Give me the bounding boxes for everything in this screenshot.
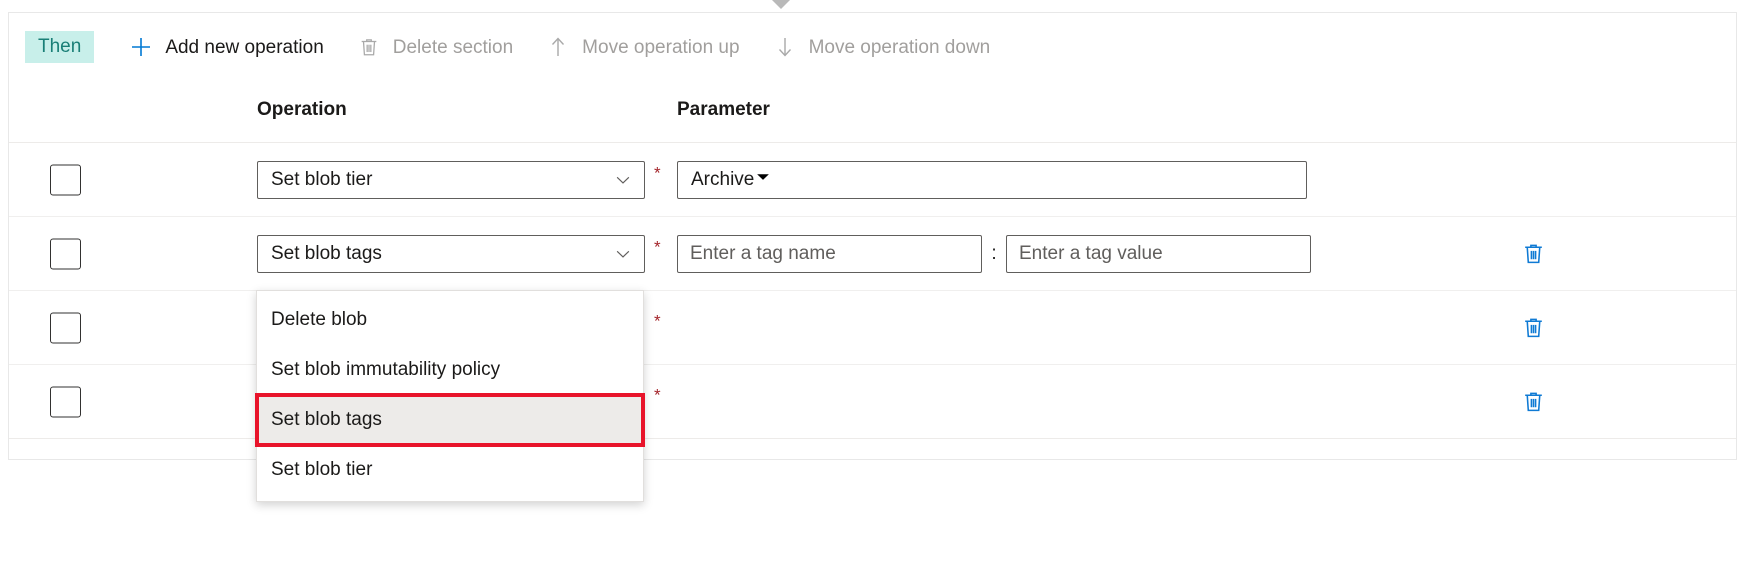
delete-section-button[interactable]: Delete section xyxy=(354,32,513,62)
dropdown-option-label: Set blob immutability policy xyxy=(271,359,501,380)
table-row: Set blob tags * : xyxy=(9,217,1736,291)
chevron-down-icon xyxy=(614,171,632,189)
arrow-down-icon xyxy=(770,32,800,62)
table-row: Set blob tier * Archive xyxy=(9,143,1736,217)
required-marker: * xyxy=(654,237,661,256)
operation-select-value: Set blob tier xyxy=(271,168,373,190)
dropdown-option-set-blob-immutability-policy[interactable]: Set blob immutability policy xyxy=(257,345,643,395)
dropdown-option-label: Set blob tier xyxy=(271,459,373,480)
chevron-down-icon xyxy=(754,168,772,192)
move-operation-up-button[interactable]: Move operation up xyxy=(543,32,740,62)
row-checkbox[interactable] xyxy=(50,238,81,269)
operation-cell: Set blob tier xyxy=(257,160,645,199)
row-checkbox[interactable] xyxy=(50,312,81,343)
delete-row-button[interactable] xyxy=(1513,308,1553,348)
tag-separator: : xyxy=(991,242,997,264)
operation-select-value: Set blob tags xyxy=(271,242,382,264)
parameter-select-value: Archive xyxy=(691,168,755,190)
dropdown-option-delete-blob[interactable]: Delete blob xyxy=(257,295,643,345)
required-marker: * xyxy=(654,385,661,404)
delete-row-button[interactable] xyxy=(1513,382,1553,422)
row-checkbox[interactable] xyxy=(50,164,81,195)
move-operation-down-label: Move operation down xyxy=(808,36,991,58)
tag-value-input[interactable] xyxy=(1006,234,1311,273)
parameter-select[interactable]: Archive xyxy=(677,160,1307,199)
chevron-down-icon xyxy=(614,245,632,263)
dropdown-option-label: Set blob tags xyxy=(271,409,382,430)
then-badge: Then xyxy=(25,31,95,63)
add-new-operation-label: Add new operation xyxy=(165,36,324,58)
column-header-parameter: Parameter xyxy=(677,99,770,120)
dropdown-option-label: Delete blob xyxy=(271,309,368,330)
delete-section-label: Delete section xyxy=(392,36,514,58)
row-checkbox[interactable] xyxy=(50,386,81,417)
required-marker: * xyxy=(654,163,661,182)
column-header-operation: Operation xyxy=(257,99,347,120)
arrow-up-icon xyxy=(543,32,573,62)
panel-caret-icon xyxy=(772,0,790,9)
plus-icon xyxy=(126,32,156,62)
dropdown-option-set-blob-tags[interactable]: Set blob tags xyxy=(255,393,645,447)
trash-icon xyxy=(354,32,384,62)
table-header-row: Operation Parameter xyxy=(9,81,1736,143)
parameter-cell: Archive xyxy=(677,160,1307,199)
operation-select[interactable]: Set blob tier xyxy=(257,160,645,199)
tag-name-input[interactable] xyxy=(677,234,982,273)
operations-panel: Then Add new operation Delete section Mo… xyxy=(0,0,1746,565)
operation-dropdown-menu: Delete blob Set blob immutability policy… xyxy=(255,290,645,502)
parameter-cell: : xyxy=(677,234,1311,273)
dropdown-option-set-blob-tier[interactable]: Set blob tier xyxy=(257,445,643,495)
delete-row-button[interactable] xyxy=(1513,234,1553,274)
move-operation-down-button[interactable]: Move operation down xyxy=(770,32,991,62)
move-operation-up-label: Move operation up xyxy=(582,36,740,58)
required-marker: * xyxy=(654,311,661,330)
operation-select[interactable]: Set blob tags xyxy=(257,234,645,273)
add-new-operation-button[interactable]: Add new operation xyxy=(126,32,324,62)
operation-cell: Set blob tags xyxy=(257,234,645,273)
command-bar: Then Add new operation Delete section Mo… xyxy=(9,13,1736,81)
